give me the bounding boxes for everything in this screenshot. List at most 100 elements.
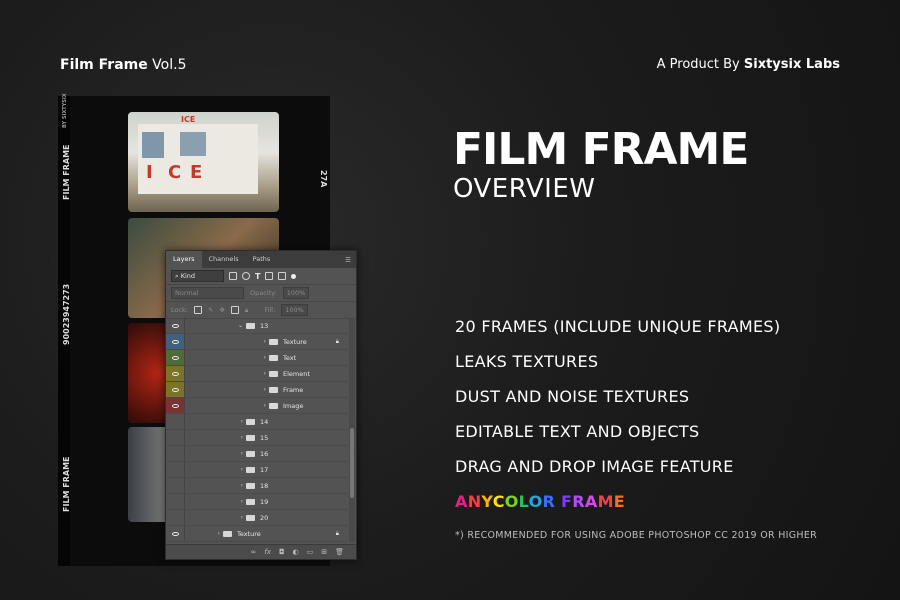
chevron-down-icon[interactable]: ⌄ [238,322,243,329]
pixel-filter-icon[interactable] [229,272,237,280]
folder-icon [269,402,278,409]
layer-row[interactable]: › 20 [166,510,348,526]
visibility-toggle[interactable] [166,462,185,477]
layer-row[interactable]: › 17 [166,462,348,478]
layer-row[interactable]: › 19 [166,494,348,510]
indent-spacer: › [185,530,223,537]
scrollbar-thumb[interactable] [350,428,354,498]
lock-move-icon[interactable]: ✥ [219,306,224,314]
folder-icon [246,482,255,489]
layer-name: 17 [260,465,269,474]
lock-paint-icon[interactable]: ✎ [208,306,213,314]
adjustment-filter-icon[interactable] [242,272,250,280]
layer-row[interactable]: › Text [166,350,348,366]
layer-row[interactable]: › Frame [166,382,348,398]
feature-item: LEAKS TEXTURES [455,352,599,371]
layer-row[interactable]: › Texture 🔒︎ [166,526,348,542]
type-filter-icon[interactable]: T [255,272,260,281]
shape-filter-icon[interactable] [265,272,274,280]
anycolor-letter: A [584,492,598,511]
visibility-toggle[interactable] [166,494,185,509]
chevron-right-icon[interactable]: › [264,386,266,393]
folder-icon [246,498,255,505]
chevron-right-icon[interactable]: › [241,418,243,425]
visibility-toggle[interactable] [166,478,185,493]
visibility-toggle[interactable] [166,318,185,333]
indent-spacer: › [185,466,246,473]
folder-icon [223,530,232,537]
lock-all-icon[interactable]: 🔒︎ [245,306,248,315]
chevron-right-icon[interactable]: › [241,482,243,489]
folder-icon [269,386,278,393]
visibility-toggle[interactable] [166,526,185,541]
eye-icon [171,531,179,536]
layer-row[interactable]: › 16 [166,446,348,462]
chevron-right-icon[interactable]: › [264,370,266,377]
layer-row[interactable]: › Element [166,366,348,382]
chevron-right-icon[interactable]: › [264,338,266,345]
visibility-toggle[interactable] [166,398,185,413]
anycolor-letter: R [542,492,556,511]
blend-mode-select[interactable]: Normal [171,287,244,299]
eye-icon [171,371,179,376]
layer-row[interactable]: › Texture 🔒︎ [166,334,348,350]
link-icon[interactable]: ∞ [251,548,257,556]
visibility-toggle[interactable] [166,414,185,429]
tab-layers[interactable]: Layers [166,251,202,268]
chevron-right-icon[interactable]: › [241,434,243,441]
anycolor-letter: F [561,492,573,511]
photo-letter-c: C [168,162,182,183]
layer-name: 18 [260,481,269,490]
layer-row[interactable]: › 14 [166,414,348,430]
photo-ice-building: ICE I C E [128,112,279,212]
chevron-right-icon[interactable]: › [241,450,243,457]
tab-channels[interactable]: Channels [202,251,246,268]
fx-icon[interactable]: fx [264,548,271,556]
visibility-toggle[interactable] [166,446,185,461]
anycolor-letter: O [504,492,519,511]
chevron-right-icon[interactable]: › [241,498,243,505]
chevron-right-icon[interactable]: › [241,514,243,521]
requirement-note: *) RECOMMENDED FOR USING ADOBE PHOTOSHOP… [455,530,818,541]
folder-icon [246,418,255,425]
folder-icon [246,450,255,457]
trash-icon[interactable]: 🗑︎ [335,548,344,556]
panel-tabs: Layers Channels Paths ☰ [166,251,356,268]
panel-menu-icon[interactable]: ☰ [345,256,351,264]
visibility-toggle[interactable] [166,350,185,365]
chevron-right-icon[interactable]: › [264,354,266,361]
chevron-right-icon[interactable]: › [218,530,220,537]
lock-label: Lock: [171,306,189,314]
new-layer-icon[interactable]: ⊞ [321,548,327,556]
folder-icon [269,354,278,361]
lock-icon: 🔒︎ [335,337,339,345]
chevron-right-icon[interactable]: › [241,466,243,473]
anycolor-letter: R [572,492,585,511]
fill-label: Fill: [264,306,276,314]
filter-toggle-icon[interactable] [291,273,297,279]
layers-scrollbar[interactable] [349,318,355,542]
visibility-toggle[interactable] [166,366,185,381]
folder-icon[interactable]: ▭ [307,548,314,556]
lock-pixels-icon[interactable] [194,306,203,314]
layer-row[interactable]: › Image [166,398,348,414]
indent-spacer: › [185,386,269,393]
layer-row[interactable]: › 18 [166,478,348,494]
layer-row[interactable]: › 15 [166,430,348,446]
tab-paths[interactable]: Paths [246,251,278,268]
smart-object-filter-icon[interactable] [278,272,287,280]
mask-icon[interactable]: ◘ [279,548,285,556]
visibility-toggle[interactable] [166,334,185,349]
chevron-right-icon[interactable]: › [264,402,266,409]
visibility-toggle[interactable] [166,430,185,445]
fill-field[interactable]: 100% [281,304,308,316]
kind-select[interactable]: ⌕ Kind [171,270,224,282]
visibility-toggle[interactable] [166,382,185,397]
layer-row[interactable]: ⌄ 13 [166,318,348,334]
indent-spacer: › [185,450,246,457]
lock-artboard-icon[interactable] [230,306,239,314]
adjustment-icon[interactable]: ◐ [293,548,299,556]
opacity-field[interactable]: 100% [282,287,310,299]
visibility-toggle[interactable] [166,510,185,525]
opacity-label: Opacity: [250,289,277,297]
